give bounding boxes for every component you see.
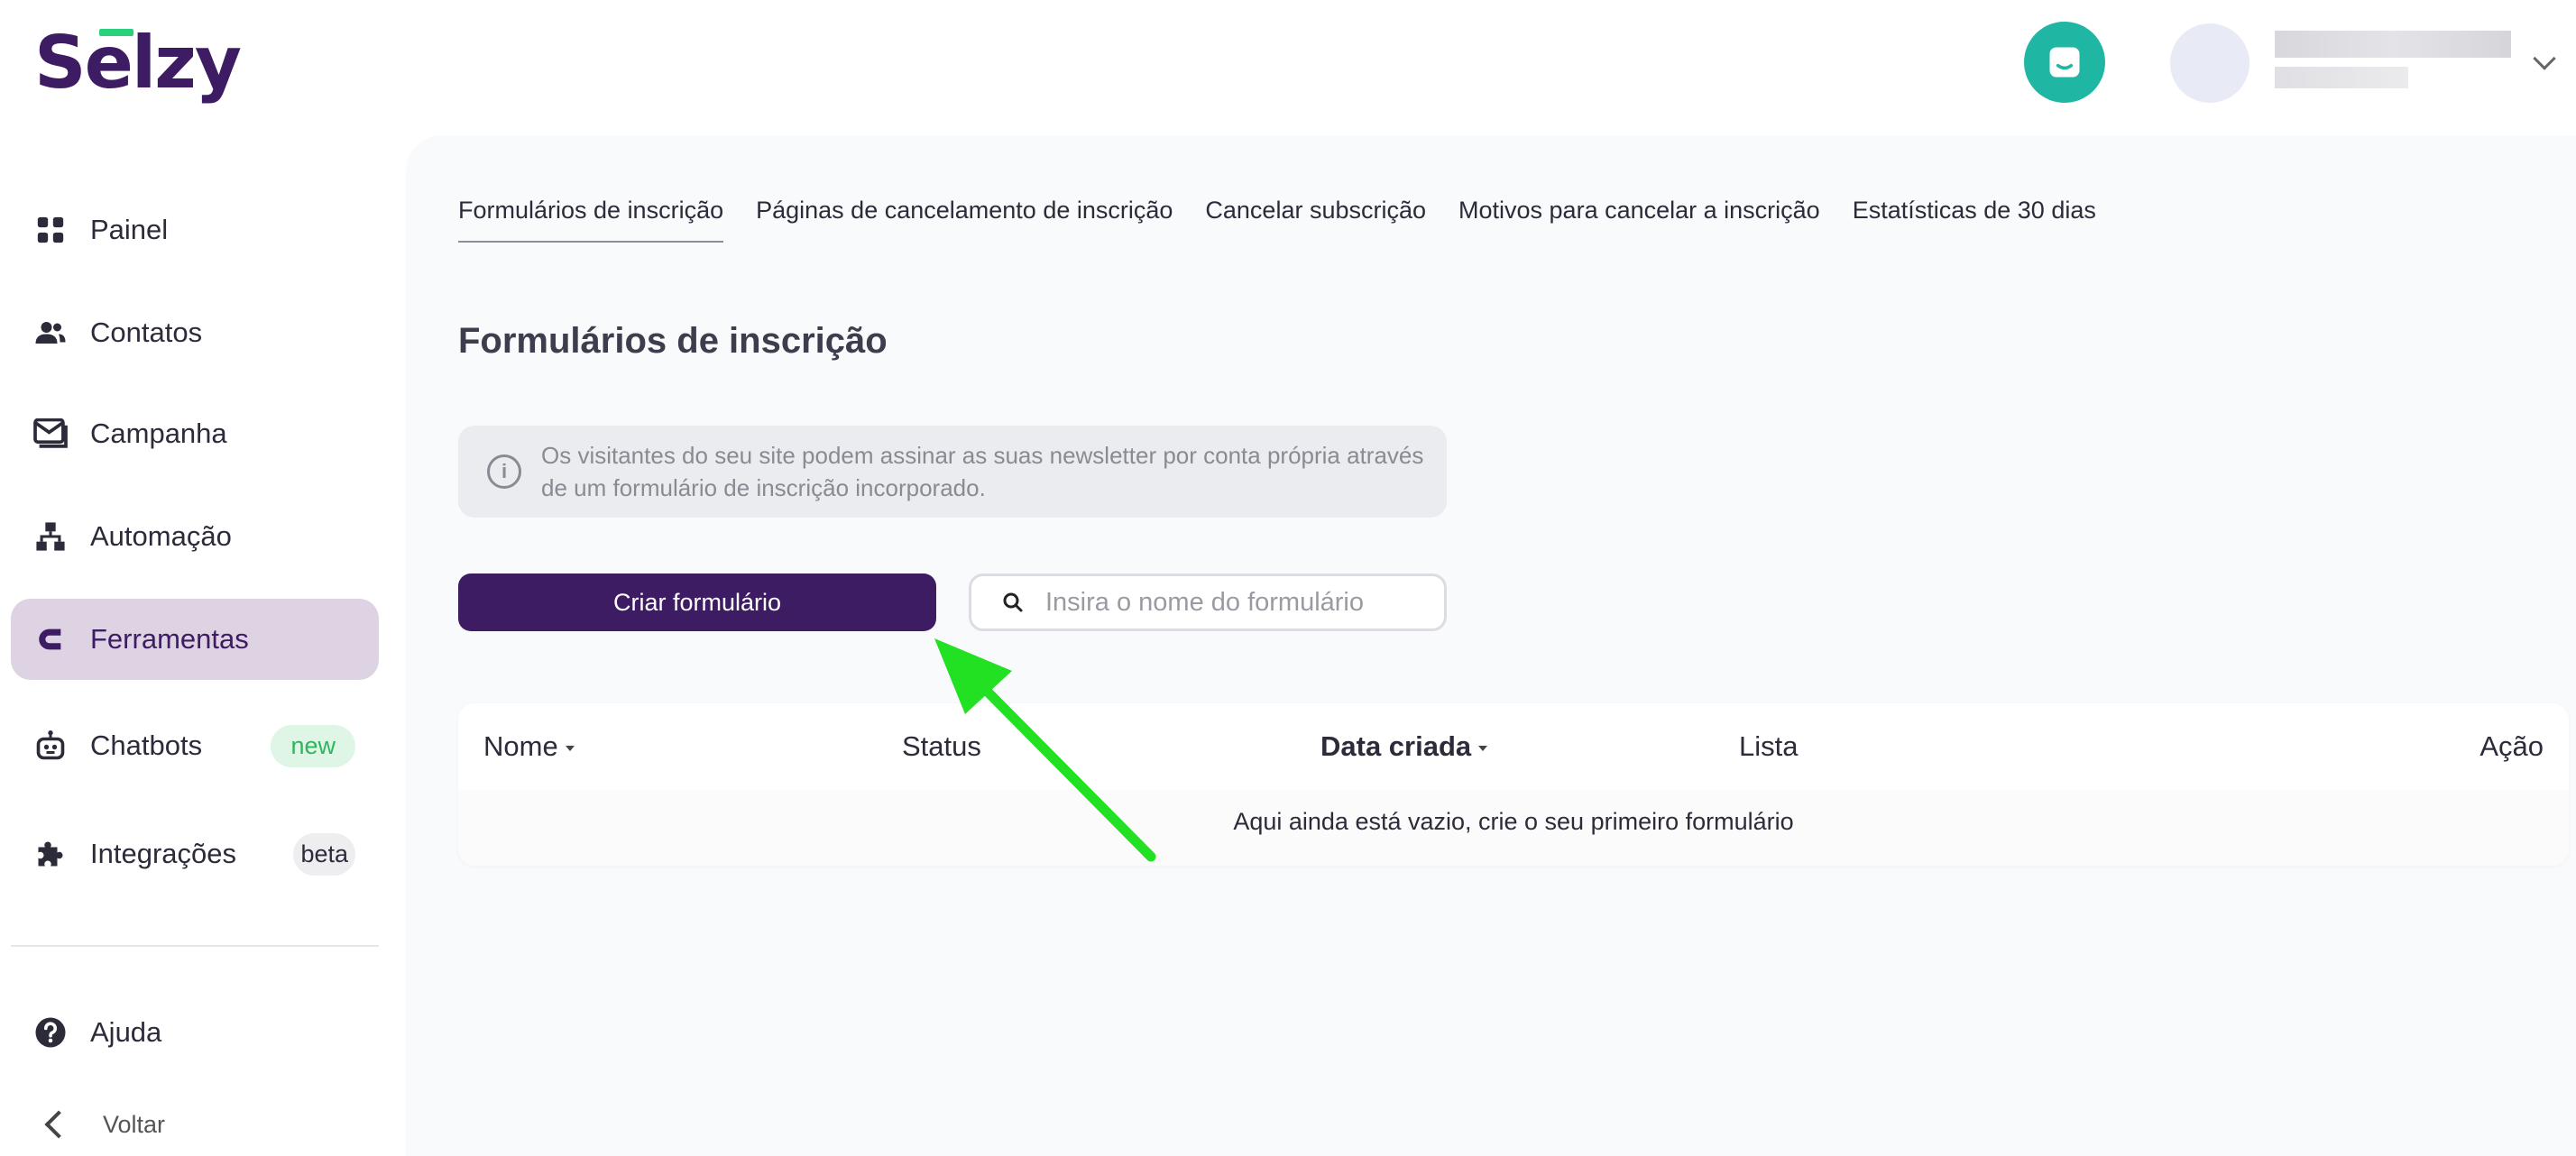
sidebar-item-label: Integrações bbox=[90, 838, 236, 869]
sidebar-item-automacao[interactable]: Automação bbox=[11, 496, 379, 577]
sidebar-item-label: Ajuda bbox=[90, 1016, 162, 1048]
sidebar-item-label: Campanha bbox=[90, 417, 227, 449]
sidebar-item-integracoes[interactable]: Integrações beta bbox=[11, 813, 379, 895]
sidebar-item-campanha[interactable]: Campanha bbox=[11, 393, 379, 474]
create-form-button[interactable]: Criar formulário bbox=[458, 573, 936, 631]
workflow-icon bbox=[32, 518, 69, 555]
main-content: Formulários de inscrição Páginas de canc… bbox=[406, 135, 2576, 1156]
tab-cancelar-subscricao[interactable]: Cancelar subscrição bbox=[1205, 197, 1426, 243]
tab-paginas-cancelamento[interactable]: Páginas de cancelamento de inscrição bbox=[756, 197, 1173, 243]
column-header-nome[interactable]: Nome bbox=[483, 730, 575, 763]
robot-icon bbox=[32, 728, 69, 764]
user-avatar[interactable] bbox=[2170, 23, 2249, 103]
selzy-logo[interactable]: Selzy bbox=[34, 21, 242, 105]
column-header-data-criada[interactable]: Data criada bbox=[1320, 730, 1488, 763]
search-input[interactable] bbox=[1045, 587, 1424, 618]
sort-caret-icon bbox=[1478, 745, 1488, 751]
sidebar-divider bbox=[11, 945, 379, 947]
users-icon bbox=[32, 315, 69, 351]
tabs-bar: Formulários de inscrição Páginas de canc… bbox=[458, 197, 2096, 243]
tab-formularios-inscricao[interactable]: Formulários de inscrição bbox=[458, 197, 724, 243]
logo-accent-bar bbox=[99, 29, 133, 36]
tab-estatisticas-30-dias[interactable]: Estatísticas de 30 dias bbox=[1853, 197, 2096, 243]
sort-caret-icon bbox=[565, 745, 575, 751]
sidebar-item-label: Painel bbox=[90, 214, 169, 245]
info-banner: i Os visitantes do seu site podem assina… bbox=[458, 426, 1447, 518]
column-header-status: Status bbox=[902, 730, 981, 762]
table-empty-row: Aqui ainda está vazio, crie o seu primei… bbox=[458, 790, 2569, 866]
back-link[interactable]: Voltar bbox=[36, 1102, 165, 1147]
sidebar-item-contatos[interactable]: Contatos bbox=[11, 292, 379, 373]
back-label: Voltar bbox=[103, 1110, 166, 1138]
info-icon: i bbox=[487, 454, 521, 489]
sidebar-item-label: Chatbots bbox=[90, 729, 203, 761]
sidebar-item-label: Automação bbox=[90, 520, 232, 552]
sidebar-item-label: Ferramentas bbox=[90, 623, 249, 655]
column-label: Data criada bbox=[1320, 730, 1472, 762]
user-name-redacted[interactable] bbox=[2275, 31, 2511, 58]
page-title: Formulários de inscrição bbox=[458, 321, 888, 361]
beta-badge: beta bbox=[293, 832, 355, 876]
user-email-redacted bbox=[2275, 67, 2408, 88]
new-badge: new bbox=[271, 724, 355, 767]
support-chat-button[interactable] bbox=[2024, 22, 2105, 103]
dashboard-grid-icon bbox=[32, 212, 69, 248]
magnet-icon bbox=[32, 621, 69, 657]
search-icon bbox=[1002, 592, 1024, 613]
chevron-left-icon bbox=[44, 1110, 73, 1139]
sidebar-item-ferramentas[interactable]: Ferramentas bbox=[11, 599, 379, 680]
sidebar-item-ajuda[interactable]: Ajuda bbox=[11, 992, 379, 1073]
search-field[interactable] bbox=[969, 573, 1447, 631]
chevron-down-icon[interactable] bbox=[2533, 47, 2556, 70]
sidebar-item-chatbots[interactable]: Chatbots new bbox=[11, 705, 379, 786]
column-label: Nome bbox=[483, 730, 558, 762]
logo-text: Selzy bbox=[34, 21, 242, 105]
column-header-acao: Ação bbox=[2479, 730, 2544, 762]
puzzle-icon bbox=[32, 836, 69, 872]
empty-state-message: Aqui ainda está vazio, crie o seu primei… bbox=[1233, 808, 1794, 835]
forms-table: Nome Status Data criada Lista Ação Aqui … bbox=[458, 703, 2569, 866]
help-icon bbox=[32, 1014, 69, 1050]
chat-icon bbox=[2049, 47, 2080, 78]
sidebar-item-label: Contatos bbox=[90, 317, 203, 348]
column-header-lista: Lista bbox=[1739, 730, 1799, 762]
envelope-icon bbox=[32, 416, 69, 452]
tab-motivos-cancelar[interactable]: Motivos para cancelar a inscrição bbox=[1458, 197, 1820, 243]
sidebar-item-painel[interactable]: Painel bbox=[11, 189, 379, 271]
info-text: Os visitantes do seu site podem assinar … bbox=[541, 442, 1424, 501]
table-header: Nome Status Data criada Lista Ação bbox=[458, 703, 2569, 790]
